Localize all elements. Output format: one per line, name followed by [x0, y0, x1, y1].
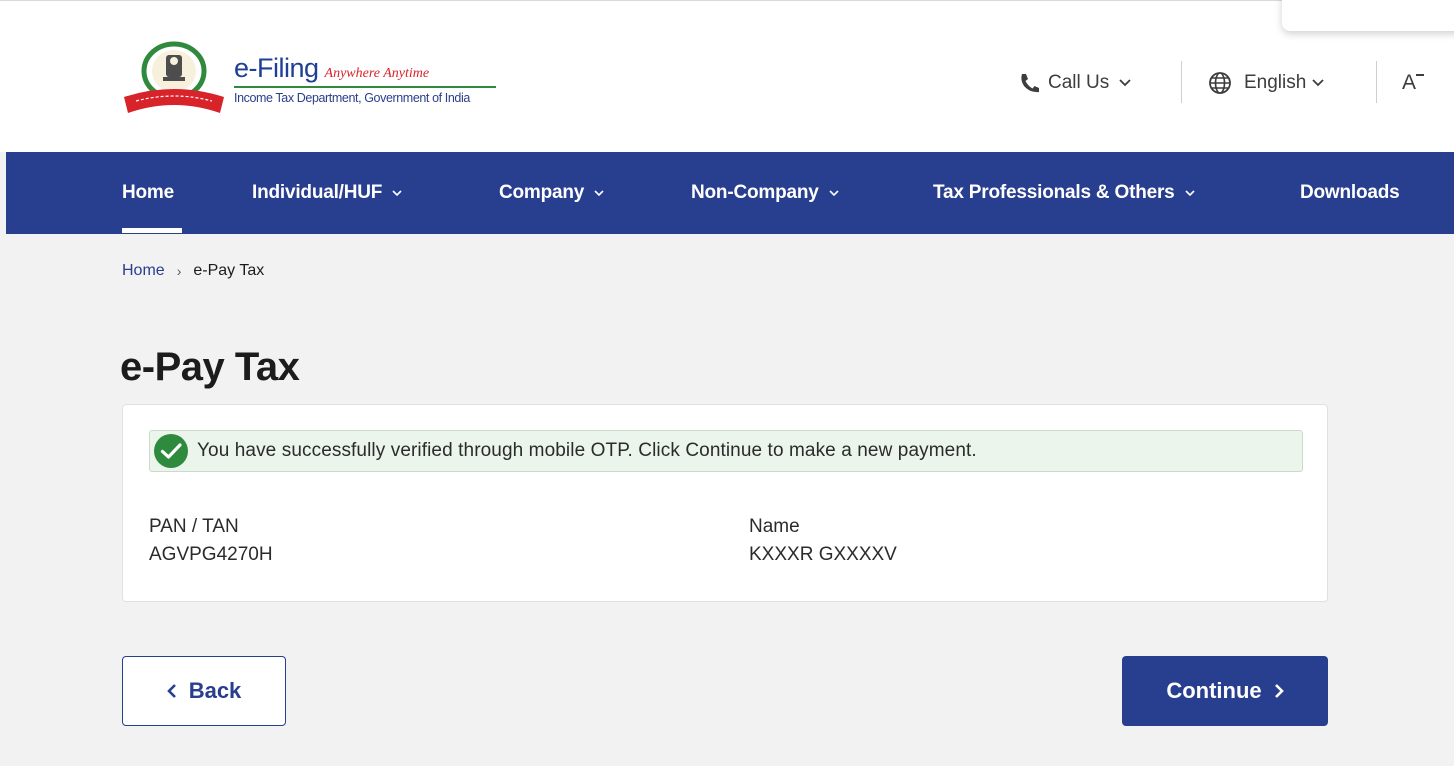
header-divider — [1376, 61, 1377, 103]
name-label: Name — [749, 516, 800, 537]
brand-tagline: Anywhere Anytime — [324, 66, 430, 81]
chevron-right-icon — [1274, 684, 1284, 698]
brand-subtitle: Income Tax Department, Government of Ind… — [234, 91, 470, 105]
success-alert: You have successfully verified through m… — [149, 430, 1303, 472]
continue-button[interactable]: Continue — [1122, 656, 1328, 726]
minus-icon — [1416, 74, 1425, 76]
font-size-toggle[interactable]: A — [1402, 67, 1425, 99]
efiling-logo[interactable]: e-Filing Anywhere Anytime Income Tax Depa… — [122, 41, 502, 121]
font-size-label: A — [1402, 71, 1417, 94]
chevron-left-icon — [166, 684, 176, 698]
chevron-down-icon — [829, 190, 839, 196]
back-button-label: Back — [188, 678, 242, 703]
nav-home-label: Home — [122, 182, 174, 203]
nav-home[interactable]: Home — [122, 152, 174, 234]
nav-active-indicator — [122, 228, 182, 233]
nav-company-label: Company — [499, 182, 585, 203]
phone-icon — [1021, 74, 1039, 93]
site-header: e-Filing Anywhere Anytime Income Tax Depa… — [0, 0, 1454, 152]
chevron-down-icon — [1312, 79, 1324, 87]
main-navigation: Home Individual/HUF Company Non-Company … — [6, 152, 1454, 234]
header-divider — [1181, 61, 1182, 103]
check-circle-icon — [154, 434, 188, 468]
chevron-down-icon — [594, 190, 604, 196]
pan-tan-label: PAN / TAN — [149, 516, 239, 537]
nav-tax-professionals[interactable]: Tax Professionals & Others — [933, 152, 1195, 234]
nav-downloads[interactable]: Downloads — [1300, 152, 1400, 234]
language-label: English — [1244, 72, 1307, 93]
breadcrumb-current: e-Pay Tax — [193, 262, 265, 279]
dropdown-shadow-card — [1282, 0, 1454, 31]
breadcrumb: Home › e-Pay Tax — [122, 262, 264, 280]
call-us-dropdown[interactable]: Call Us — [1018, 67, 1131, 99]
nav-individual-huf-label: Individual/HUF — [252, 182, 383, 203]
language-dropdown[interactable]: English — [1208, 67, 1324, 99]
nav-tax-professionals-label: Tax Professionals & Others — [933, 182, 1175, 203]
back-button[interactable]: Back — [122, 656, 286, 726]
page-title: e-Pay Tax — [120, 345, 300, 389]
continue-button-label: Continue — [1166, 678, 1262, 703]
nav-downloads-label: Downloads — [1300, 182, 1400, 203]
income-tax-emblem-icon — [124, 41, 224, 113]
globe-icon — [1209, 72, 1231, 94]
nav-individual-huf[interactable]: Individual/HUF — [252, 152, 402, 234]
name-field: Name KXXXR GXXXXV — [749, 513, 897, 569]
pan-tan-field: PAN / TAN AGVPG4270H — [149, 513, 273, 569]
nav-company[interactable]: Company — [499, 152, 604, 234]
chevron-down-icon — [1119, 79, 1131, 87]
chevron-right-icon: › — [176, 263, 182, 279]
nav-non-company-label: Non-Company — [691, 182, 819, 203]
breadcrumb-home-link[interactable]: Home — [122, 262, 165, 280]
brand-underline — [234, 86, 496, 88]
brand-name: e-Filing Anywhere Anytime — [234, 53, 430, 83]
name-value: KXXXR GXXXXV — [749, 544, 897, 565]
pan-tan-value: AGVPG4270H — [149, 544, 273, 565]
call-us-label: Call Us — [1048, 72, 1110, 93]
nav-non-company[interactable]: Non-Company — [691, 152, 839, 234]
verification-card: You have successfully verified through m… — [122, 404, 1328, 602]
chevron-down-icon — [1184, 190, 1195, 196]
success-message: You have successfully verified through m… — [197, 440, 977, 461]
chevron-down-icon — [392, 190, 402, 196]
